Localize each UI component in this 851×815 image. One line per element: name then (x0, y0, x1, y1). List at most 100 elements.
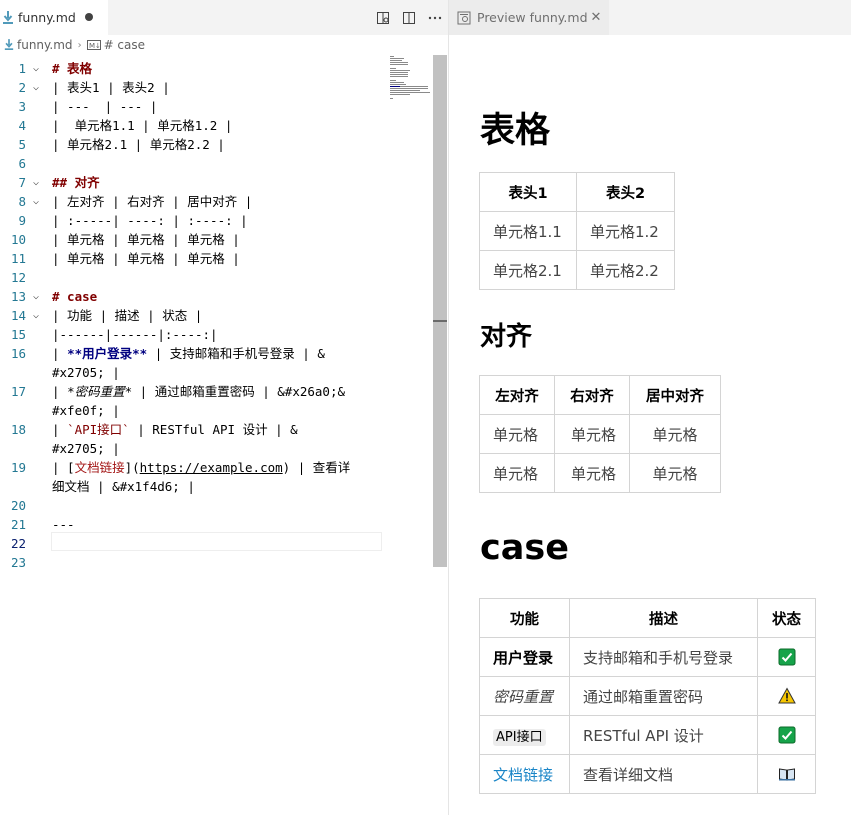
code-token: https://example.com (139, 460, 283, 475)
svg-text:M↓: M↓ (89, 42, 101, 50)
code-line[interactable]: 细文档 | &#x1f4d6; | (0, 477, 432, 496)
code-line[interactable]: 17 | *密码重置* | 通过邮箱重置密码 | &#x26a0;& (0, 382, 432, 401)
split-editor-button[interactable] (396, 5, 422, 31)
breadcrumb-symbol[interactable]: # case (104, 38, 145, 52)
preview-heading-align: 对齐 (480, 322, 533, 352)
code-token: | :-----| ----: | :----: | (52, 213, 248, 228)
open-preview-to-side-button[interactable] (370, 5, 396, 31)
code-line[interactable]: 14 ⌵ | 功能 | 描述 | 状态 | (0, 306, 432, 325)
code-line[interactable]: 10 | 单元格 | 单元格 | 单元格 | (0, 230, 432, 249)
code-text: | :-----| ----: | :----: | (52, 211, 248, 230)
code-line[interactable]: 18 | `API接口` | RESTful API 设计 | & (0, 420, 432, 439)
table-cell: 单元格 (629, 453, 721, 493)
close-icon[interactable]: ✕ (589, 10, 603, 25)
code-line[interactable]: 16 | **用户登录** | 支持邮箱和手机号登录 | & (0, 344, 432, 363)
code-line[interactable]: 2 ⌵ | 表头1 | 表头2 | (0, 78, 432, 97)
table-header-row: 表头1 表头2 (479, 172, 675, 212)
feature-cell: API接口 (479, 715, 570, 755)
table-header-cell: 居中对齐 (629, 375, 721, 415)
line-number: 21 (10, 517, 26, 532)
code-line[interactable]: 8 ⌵ | 左对齐 | 右对齐 | 居中对齐 | (0, 192, 432, 211)
preview-tab-title: Preview funny.md (477, 10, 588, 25)
code-line[interactable]: #x2705; | (0, 439, 432, 458)
code-line[interactable]: 23 (0, 553, 432, 572)
code-token: | 表头1 | 表头2 | (52, 80, 170, 95)
heading-symbol-icon: M↓ (86, 40, 101, 50)
table-row: 单元格2.1 单元格2.2 (479, 250, 675, 290)
code-line[interactable]: 13 ⌵ # case (0, 287, 432, 306)
code-line[interactable]: 19 | [文档链接](https://example.com) | 查看详 (0, 458, 432, 477)
code-line[interactable]: 4 | 单元格1.1 | 单元格1.2 | (0, 116, 432, 135)
code-line[interactable]: 20 (0, 496, 432, 515)
minimap[interactable] (386, 55, 432, 115)
code-text: | *密码重置* | 通过邮箱重置密码 | &#x26a0;& (52, 382, 345, 401)
line-number: 15 (10, 327, 26, 342)
unsaved-dot-icon[interactable] (85, 13, 93, 21)
table-row: API接口 RESTful API 设计 (479, 715, 816, 755)
code-text: | 表头1 | 表头2 | (52, 78, 170, 97)
markdown-file-icon (3, 10, 13, 24)
status-cell (757, 676, 816, 716)
split-editor-icon (403, 11, 415, 24)
code-line[interactable]: 1 ⌵ # 表格 (0, 59, 432, 78)
code-token: | (52, 422, 68, 437)
preview-heading-table: 表格 (480, 111, 551, 151)
code-text: #x2705; | (52, 439, 120, 458)
code-text: #x2705; | (52, 363, 120, 382)
table-header-cell: 描述 (569, 598, 758, 638)
code-text: | --- | --- | (52, 97, 157, 116)
code-line[interactable]: #x2705; | (0, 363, 432, 382)
code-token: ) | 查看详 (282, 460, 351, 475)
code-line[interactable]: 5 | 单元格2.1 | 单元格2.2 | (0, 135, 432, 154)
code-line[interactable]: 11 | 单元格 | 单元格 | 单元格 | (0, 249, 432, 268)
fold-chevron-icon[interactable]: ⌵ (33, 287, 45, 306)
feature-link[interactable]: 文档链接 (493, 766, 553, 784)
code-token: |------|------|:----:| (52, 327, 218, 342)
code-token: 文档链接 (74, 460, 125, 475)
code-line[interactable]: #xfe0f; | (0, 401, 432, 420)
code-line[interactable]: 6 (0, 154, 432, 173)
open-preview-icon (377, 11, 389, 24)
code-line[interactable]: 9 | :-----| ----: | :----: | (0, 211, 432, 230)
code-token: `API接口` (67, 422, 130, 437)
table-cell: 单元格 (554, 453, 630, 493)
preview-table-case: 功能 描述 状态 用户登录 支持邮箱和手机号登录 密码重置 通过邮箱重置密码 API接口 RES… (479, 598, 816, 794)
breadcrumb-file[interactable]: funny.md (17, 38, 73, 52)
code-token: | 通过邮箱重置密码 | &#x26a0;& (132, 384, 346, 399)
code-text: # case (52, 287, 97, 306)
code-token: | 单元格2.1 | 单元格2.2 | (52, 137, 225, 152)
code-line[interactable]: 3 | --- | --- | (0, 97, 432, 116)
table-cell: 单元格 (629, 414, 721, 454)
code-token: 细文档 | &#x1f4d6; | (52, 479, 195, 494)
fold-chevron-icon[interactable]: ⌵ (33, 192, 45, 211)
fold-chevron-icon[interactable]: ⌵ (33, 173, 45, 192)
preview-tab[interactable]: Preview funny.md (449, 0, 609, 35)
code-token: | (52, 384, 68, 399)
table-row: 单元格1.1 单元格1.2 (479, 211, 675, 251)
description-cell: 支持邮箱和手机号登录 (569, 637, 758, 677)
code-text: | `API接口` | RESTful API 设计 | & (52, 420, 298, 439)
scrollbar-thumb[interactable] (433, 55, 447, 567)
status-cell (757, 754, 816, 794)
code-line[interactable]: 7 ⌵ ## 对齐 (0, 173, 432, 192)
line-number: 14 (10, 308, 26, 323)
table-row: 用户登录 支持邮箱和手机号登录 (479, 637, 816, 677)
code-editor[interactable]: 1 ⌵ # 表格 2 ⌵ | 表头1 | 表头2 | 3 | --- | --- | 4 | 单元… (0, 55, 448, 815)
fold-chevron-icon[interactable]: ⌵ (33, 59, 45, 78)
feature-cell: 用户登录 (479, 637, 570, 677)
code-token: | 支持邮箱和手机号登录 | & (147, 346, 325, 361)
line-number: 22 (10, 536, 26, 551)
code-line[interactable]: 12 (0, 268, 432, 287)
more-actions-button[interactable] (422, 5, 448, 31)
code-text: #xfe0f; | (52, 401, 120, 420)
current-line-highlight (51, 532, 382, 551)
fold-chevron-icon[interactable]: ⌵ (33, 306, 45, 325)
code-text: ## 对齐 (52, 173, 100, 192)
line-number: 17 (10, 384, 26, 399)
code-token: | RESTful API 设计 | & (129, 422, 298, 437)
fold-chevron-icon[interactable]: ⌵ (33, 78, 45, 97)
preview-table-basic: 表头1 表头2 单元格1.1 单元格1.2 单元格2.1 单元格2.2 (479, 172, 675, 290)
line-number: 4 (18, 118, 26, 133)
code-text: | 单元格 | 单元格 | 单元格 | (52, 230, 240, 249)
code-line[interactable]: 15 |------|------|:----:| (0, 325, 432, 344)
